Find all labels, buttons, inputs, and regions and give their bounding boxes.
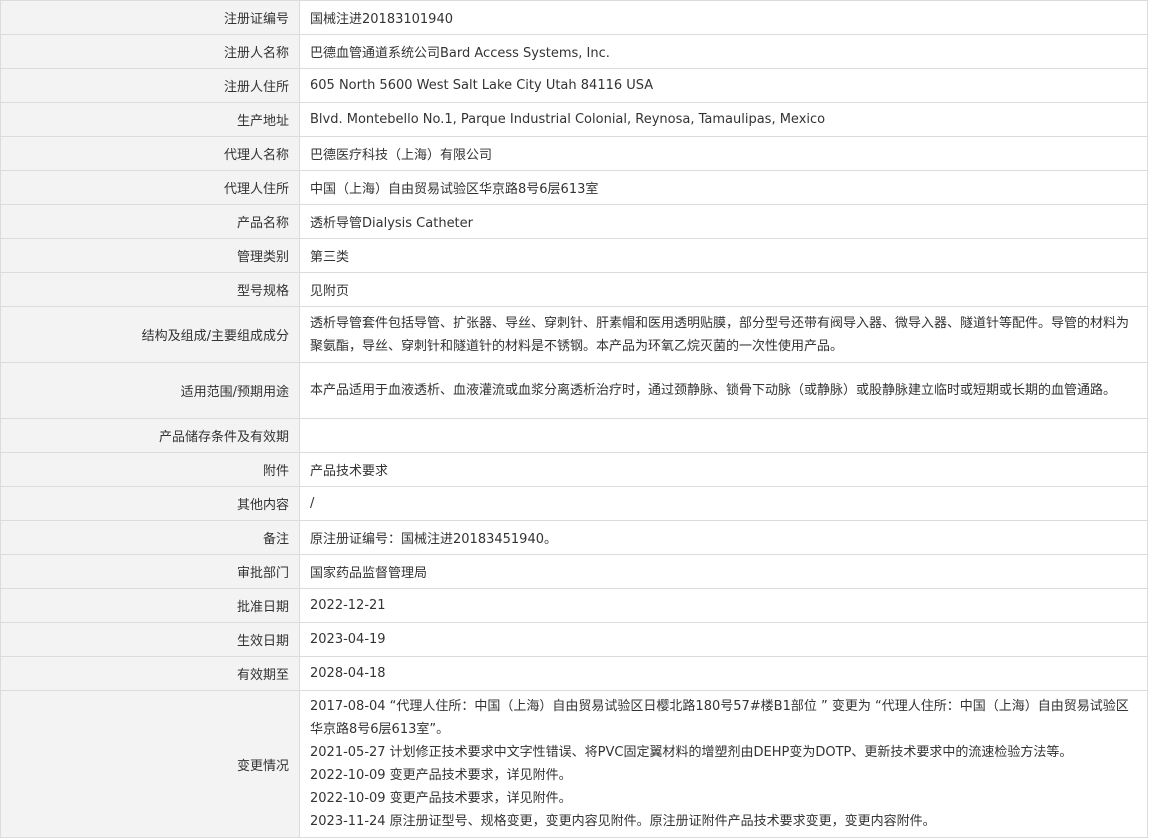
field-label: 批准日期 — [0, 588, 300, 623]
field-label: 型号规格 — [0, 272, 300, 307]
field-value: 透析导管Dialysis Catheter — [299, 204, 1148, 239]
field-label: 生效日期 — [0, 622, 300, 657]
table-row: 结构及组成/主要组成成分 透析导管套件包括导管、扩张器、导丝、穿刺针、肝素帽和医… — [0, 306, 1148, 363]
table-row: 附件 产品技术要求 — [0, 452, 1148, 487]
table-row: 代理人名称 巴德医疗科技（上海）有限公司 — [0, 136, 1148, 171]
field-value: 中国（上海）自由贸易试验区华京路8号6层613室 — [299, 170, 1148, 205]
field-value — [299, 418, 1148, 453]
field-value: 国家药品监督管理局 — [299, 554, 1148, 589]
field-value: / — [299, 486, 1148, 521]
field-label: 代理人名称 — [0, 136, 300, 171]
field-value: 产品技术要求 — [299, 452, 1148, 487]
field-value: 原注册证编号：国械注进20183451940。 — [299, 520, 1148, 555]
field-label: 结构及组成/主要组成成分 — [0, 306, 300, 363]
field-label: 注册证编号 — [0, 0, 300, 35]
table-row: 审批部门 国家药品监督管理局 — [0, 554, 1148, 589]
registration-info-table: 注册证编号 国械注进20183101940 注册人名称 巴德血管通道系统公司Ba… — [0, 0, 1148, 838]
table-row: 管理类别 第三类 — [0, 238, 1148, 273]
change-entry: 2022-10-09 变更产品技术要求，详见附件。 — [310, 768, 572, 783]
table-row: 备注 原注册证编号：国械注进20183451940。 — [0, 520, 1148, 555]
field-label: 审批部门 — [0, 554, 300, 589]
field-label: 附件 — [0, 452, 300, 487]
field-value: 见附页 — [299, 272, 1148, 307]
table-row: 生产地址 Blvd. Montebello No.1, Parque Indus… — [0, 102, 1148, 137]
change-entry: 2021-05-27 计划修正技术要求中文字性错误、将PVC固定翼材料的增塑剂由… — [310, 745, 1073, 760]
field-label: 产品名称 — [0, 204, 300, 239]
table-row: 产品名称 透析导管Dialysis Catheter — [0, 204, 1148, 239]
field-label: 有效期至 — [0, 656, 300, 691]
field-value: 国械注进20183101940 — [299, 0, 1148, 35]
table-row: 生效日期 2023-04-19 — [0, 622, 1148, 657]
field-value: 2022-12-21 — [299, 588, 1148, 623]
change-entry: 2022-10-09 变更产品技术要求，详见附件。 — [310, 791, 572, 806]
table-row: 产品储存条件及有效期 — [0, 418, 1148, 453]
field-value: 本产品适用于血液透析、血液灌流或血浆分离透析治疗时，通过颈静脉、锁骨下动脉（或静… — [299, 362, 1148, 419]
field-value: 巴德血管通道系统公司Bard Access Systems, Inc. — [299, 34, 1148, 69]
table-row: 注册证编号 国械注进20183101940 — [0, 0, 1148, 35]
change-entry: 2023-11-24 原注册证型号、规格变更，变更内容见附件。原注册证附件产品技… — [310, 814, 936, 829]
field-value: 605 North 5600 West Salt Lake City Utah … — [299, 68, 1148, 103]
table-row: 批准日期 2022-12-21 — [0, 588, 1148, 623]
field-label: 代理人住所 — [0, 170, 300, 205]
table-row: 适用范围/预期用途 本产品适用于血液透析、血液灌流或血浆分离透析治疗时，通过颈静… — [0, 362, 1148, 419]
field-value: 透析导管套件包括导管、扩张器、导丝、穿刺针、肝素帽和医用透明贴膜，部分型号还带有… — [299, 306, 1148, 363]
field-label: 注册人住所 — [0, 68, 300, 103]
table-row: 注册人住所 605 North 5600 West Salt Lake City… — [0, 68, 1148, 103]
table-row: 注册人名称 巴德血管通道系统公司Bard Access Systems, Inc… — [0, 34, 1148, 69]
field-value: 2028-04-18 — [299, 656, 1148, 691]
field-value: 第三类 — [299, 238, 1148, 273]
table-row-changes: 变更情况 2017-08-04 “代理人住所：中国（上海）自由贸易试验区日樱北路… — [0, 690, 1148, 838]
field-label: 产品储存条件及有效期 — [0, 418, 300, 453]
field-label: 管理类别 — [0, 238, 300, 273]
field-label: 备注 — [0, 520, 300, 555]
field-value: 2023-04-19 — [299, 622, 1148, 657]
field-label: 适用范围/预期用途 — [0, 362, 300, 419]
field-label: 注册人名称 — [0, 34, 300, 69]
field-label: 变更情况 — [0, 690, 300, 838]
table-row: 代理人住所 中国（上海）自由贸易试验区华京路8号6层613室 — [0, 170, 1148, 205]
change-history: 2017-08-04 “代理人住所：中国（上海）自由贸易试验区日樱北路180号5… — [299, 690, 1148, 838]
table-row: 型号规格 见附页 — [0, 272, 1148, 307]
table-row: 有效期至 2028-04-18 — [0, 656, 1148, 691]
field-value: Blvd. Montebello No.1, Parque Industrial… — [299, 102, 1148, 137]
field-value: 巴德医疗科技（上海）有限公司 — [299, 136, 1148, 171]
table-row: 其他内容 / — [0, 486, 1148, 521]
field-label: 其他内容 — [0, 486, 300, 521]
change-entry: 2017-08-04 “代理人住所：中国（上海）自由贸易试验区日樱北路180号5… — [310, 699, 1129, 737]
field-label: 生产地址 — [0, 102, 300, 137]
